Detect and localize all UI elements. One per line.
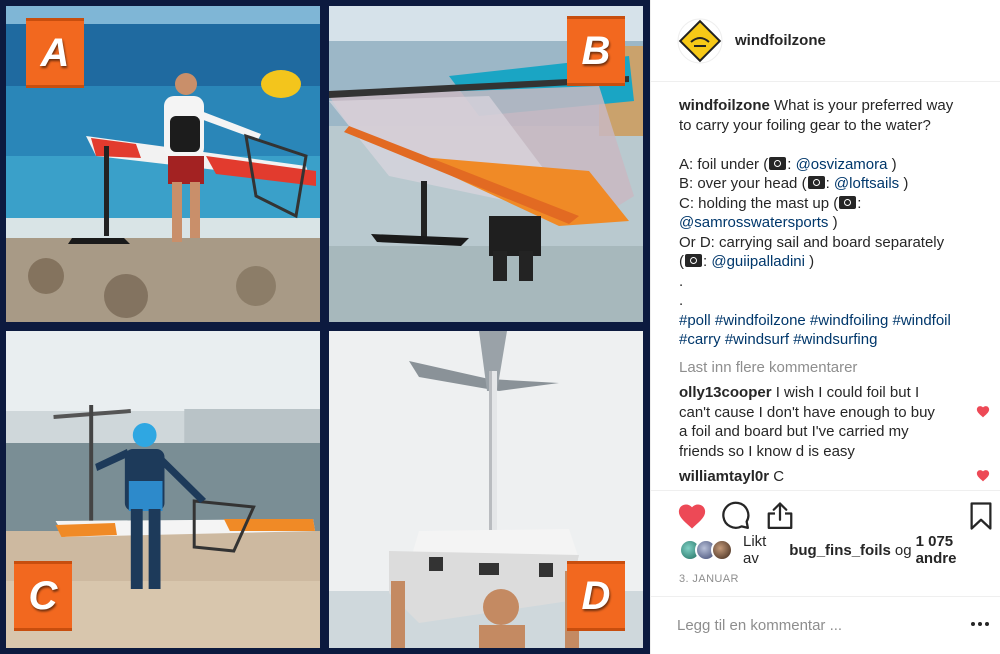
option-a-text: A: foil under (: [679, 155, 769, 173]
likes-username[interactable]: bug_fins_foils: [789, 542, 891, 559]
like-button[interactable]: [677, 501, 707, 531]
post-date[interactable]: 3. JANUAR: [679, 573, 739, 585]
option-b-close: ): [903, 175, 909, 192]
mention-guiipalladini[interactable]: @guiipalladini: [711, 253, 805, 270]
comment-text: I wish I could foil but I: [775, 384, 920, 401]
option-a-badge: A: [26, 18, 84, 88]
option-b-badge: B: [567, 16, 625, 86]
add-comment-bar: [651, 596, 1000, 654]
comment-button[interactable]: [721, 501, 751, 531]
comment-item: olly13cooper I wish I could foil but I c…: [679, 383, 990, 461]
likes-and: og: [894, 541, 912, 559]
photo-option-a: A: [6, 6, 320, 322]
hashtags-line1[interactable]: #poll #windfoilzone #windfoiling #windfo…: [679, 311, 984, 331]
windfoilzone-logo-icon: [677, 18, 723, 63]
caption-dot: .: [679, 272, 684, 290]
heart-icon: [678, 504, 706, 529]
photo-option-b: B: [329, 6, 643, 322]
more-options-icon[interactable]: [969, 613, 991, 635]
photo-collage[interactable]: A B C D: [0, 0, 650, 654]
option-c-colon: :: [857, 194, 862, 212]
camera-icon: [769, 156, 787, 170]
post-header: windfoilzone: [651, 0, 1000, 82]
option-c-close: ): [832, 214, 838, 231]
caption-dot: .: [679, 292, 684, 309]
option-b-text: B: over your head (: [679, 175, 807, 192]
post-panel: windfoilzone windfoilzone What is your p…: [650, 0, 1000, 654]
likes-prefix: Likt av: [743, 533, 767, 567]
comment-like-heart-icon[interactable]: [976, 405, 990, 418]
photo-option-c: C: [6, 331, 320, 648]
caption-text: What is your preferred way: [774, 97, 954, 114]
comment-text: friends so I know d is easy: [679, 442, 855, 460]
camera-icon: [807, 176, 825, 189]
mention-loftsails[interactable]: @loftsails: [834, 175, 899, 192]
option-d-badge: D: [567, 561, 625, 631]
comment-username[interactable]: olly13cooper: [679, 384, 772, 401]
add-comment-input[interactable]: [677, 613, 927, 637]
option-d-close: ): [809, 253, 815, 270]
post-username[interactable]: windfoilzone: [735, 32, 826, 49]
share-button[interactable]: [765, 501, 795, 531]
photo-option-d: D: [329, 331, 643, 648]
camera-icon: [839, 195, 857, 209]
comment-text: C: [773, 468, 785, 485]
option-c-text: C: holding the mast up (: [679, 194, 839, 212]
mention-samrosswatersports[interactable]: @samrosswatersports: [679, 214, 828, 231]
comment-text: can't cause I don't have enough to buy: [679, 403, 935, 421]
liker-avatars: [679, 539, 733, 561]
liker-avatar[interactable]: [711, 539, 733, 561]
caption-text-line2: to carry your foiling gear to the water?: [679, 116, 931, 134]
likes-count-button[interactable]: 1 075 andre: [916, 533, 996, 567]
comment-username[interactable]: williamtayl0r: [679, 468, 769, 485]
comments-section: windfoilzone What is your preferred way …: [679, 96, 990, 487]
post-caption: windfoilzone What is your preferred way …: [679, 96, 984, 350]
comment-item: williamtayl0r C: [679, 467, 990, 487]
comment-like-heart-icon[interactable]: [976, 469, 990, 482]
comment-text: a foil and board but I've carried my: [679, 423, 909, 440]
camera-icon: [685, 254, 702, 267]
option-c-badge: C: [14, 561, 72, 631]
share-icon: [767, 502, 793, 529]
option-d-text: Or D: carrying sail and board separately: [679, 233, 945, 251]
option-a-close: ): [891, 155, 897, 173]
save-button[interactable]: [966, 501, 996, 531]
likes-summary: Likt av bug_fins_foils og 1 075 andre: [679, 533, 1000, 567]
option-d-open: (: [679, 253, 684, 270]
speech-bubble-icon: [722, 501, 750, 529]
hashtags-line2[interactable]: #carry #windsurf #windsurfing: [679, 330, 984, 350]
profile-avatar[interactable]: [677, 17, 723, 64]
bookmark-icon: [970, 502, 992, 530]
mention-osvizamora[interactable]: @osvizamora: [796, 156, 888, 173]
load-more-comments-button[interactable]: Last inn flere kommentarer: [679, 358, 984, 378]
caption-username[interactable]: windfoilzone: [679, 97, 770, 114]
